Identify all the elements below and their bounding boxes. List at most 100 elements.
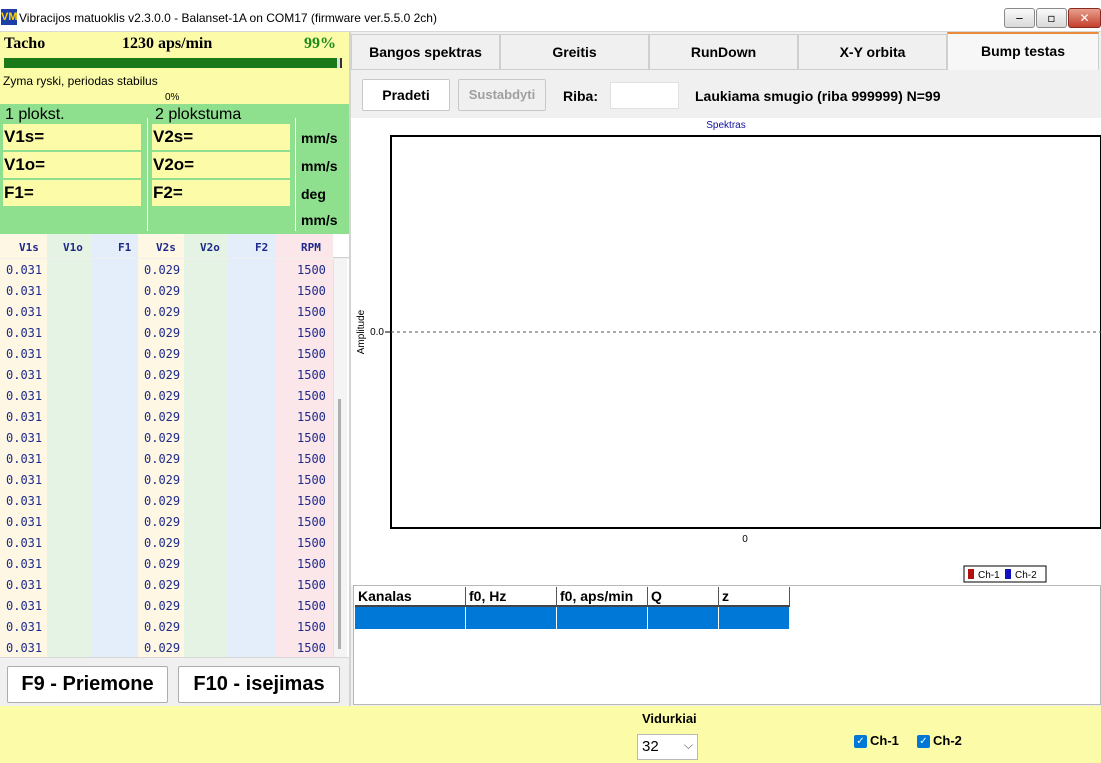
table-cell: 0.031 bbox=[6, 326, 43, 340]
minimize-icon: ‒ bbox=[1015, 11, 1024, 25]
table-cell: 1500 bbox=[297, 473, 326, 487]
window-title: Vibracijos matuoklis v2.3.0.0 - Balanset… bbox=[19, 11, 437, 25]
table-cell: 1500 bbox=[297, 368, 326, 382]
table-cell: 0.031 bbox=[6, 431, 43, 445]
tab-greitis[interactable]: Greitis bbox=[500, 34, 649, 70]
unit-label: mm/s bbox=[301, 212, 338, 228]
grid-header: f0, aps/min bbox=[557, 587, 648, 607]
chart-title: Spektras bbox=[706, 120, 745, 131]
table-cell: 1500 bbox=[297, 263, 326, 277]
column-header: V2o bbox=[200, 241, 220, 254]
tab-bar: Bangos spektras Greitis RunDown X-Y orbi… bbox=[351, 32, 1101, 71]
bottom-bar: Vidurkiai 32 ⌵ ✓ Ch-1 ✓ Ch-2 bbox=[0, 706, 1101, 763]
legend-swatch-ch1 bbox=[968, 569, 974, 579]
table-cell: 1500 bbox=[297, 284, 326, 298]
table-cell: 0.031 bbox=[6, 410, 43, 424]
table-cell: 0.031 bbox=[6, 494, 43, 508]
riba-input[interactable] bbox=[610, 82, 679, 109]
planes-panel: 1 plokst. 2 plokstuma V1s= V1o= F1= V2s=… bbox=[0, 104, 349, 234]
column-header: V1s bbox=[19, 241, 39, 254]
f1-value: F1= bbox=[3, 180, 141, 206]
table-cell: 0.031 bbox=[6, 347, 43, 361]
table-cell: 1500 bbox=[297, 599, 326, 613]
table-cell: 0.029 bbox=[144, 515, 181, 529]
grid-cell[interactable] bbox=[355, 607, 466, 629]
table-cell: 0.029 bbox=[144, 599, 181, 613]
tab-bump-testas[interactable]: Bump testas bbox=[947, 32, 1099, 71]
table-cell: 0.029 bbox=[144, 263, 181, 277]
tab-rundown[interactable]: RunDown bbox=[649, 34, 798, 70]
y-axis-label: Amplitude bbox=[356, 309, 367, 354]
bump-status: Laukiama smugio (riba 999999) N=99 bbox=[695, 88, 941, 104]
close-button[interactable]: ✕ bbox=[1068, 8, 1101, 28]
tacho-label: Tacho bbox=[4, 35, 46, 52]
results-grid[interactable]: Kanalas f0, Hz f0, aps/min Q z bbox=[353, 585, 1101, 705]
table-cell: 1500 bbox=[297, 515, 326, 529]
scrollbar-thumb[interactable] bbox=[338, 399, 341, 649]
tab-xy-orbita[interactable]: X-Y orbita bbox=[798, 34, 947, 70]
column-header: RPM bbox=[301, 241, 321, 254]
tacho-status: Zyma ryski, periodas stabilus bbox=[3, 74, 158, 88]
plane-divider bbox=[147, 118, 148, 231]
table-cell: 1500 bbox=[297, 536, 326, 550]
grid-cell[interactable] bbox=[648, 607, 719, 629]
table-cell: 0.031 bbox=[6, 599, 43, 613]
table-cell: 0.029 bbox=[144, 473, 181, 487]
legend-swatch-ch2 bbox=[1005, 569, 1011, 579]
minimize-button[interactable]: ‒ bbox=[1004, 8, 1035, 28]
averaging-select[interactable]: 32 ⌵ bbox=[637, 734, 698, 760]
ch1-label: Ch-1 bbox=[870, 733, 899, 748]
table-cell: 0.029 bbox=[144, 557, 181, 571]
ch2-checkbox[interactable]: ✓ bbox=[917, 735, 930, 748]
y-tick-label: 0.0 bbox=[370, 327, 384, 338]
start-button[interactable]: Pradeti bbox=[362, 79, 450, 111]
table-cell: 0.031 bbox=[6, 641, 43, 655]
table-cell: 0.029 bbox=[144, 305, 181, 319]
tacho-panel: Tacho 1230 aps/min 99% Zyma ryski, perio… bbox=[0, 32, 349, 104]
table-cell: 0.031 bbox=[6, 284, 43, 298]
tab-bangos-spektras[interactable]: Bangos spektras bbox=[351, 34, 500, 70]
data-table[interactable]: 0.031 0.029 1500 0.031 0.029 1500 0.031 0.029 15… bbox=[0, 259, 349, 657]
stop-button[interactable]: Sustabdyti bbox=[458, 79, 546, 111]
grid-cell[interactable] bbox=[466, 607, 557, 629]
table-cell: 0.031 bbox=[6, 305, 43, 319]
table-cell: 0.029 bbox=[144, 347, 181, 361]
table-cell: 1500 bbox=[297, 326, 326, 340]
riba-label: Riba: bbox=[563, 88, 598, 104]
table-cell: 0.031 bbox=[6, 578, 43, 592]
tacho-percent: 99% bbox=[304, 35, 336, 52]
table-scrollbar[interactable] bbox=[333, 259, 347, 657]
x-tick-label: 0 bbox=[742, 534, 748, 545]
table-cell: 0.029 bbox=[144, 641, 181, 655]
table-cell: 1500 bbox=[297, 557, 326, 571]
v2o-value: V2o= bbox=[152, 152, 290, 178]
table-cell: 0.029 bbox=[144, 431, 181, 445]
maximize-icon: ▫ bbox=[1047, 11, 1056, 25]
grid-cell[interactable] bbox=[557, 607, 648, 629]
column-header: V1o bbox=[63, 241, 83, 254]
unit-label: mm/s bbox=[301, 158, 338, 174]
table-cell: 1500 bbox=[297, 578, 326, 592]
spectrum-chart: Spektras 0.0 0 Amplitude Ch-1 Ch-2 bbox=[351, 118, 1101, 585]
tacho-value: 1230 aps/min bbox=[122, 35, 213, 52]
table-header: V1s V1o F1 V2s V2o F2 RPM bbox=[0, 234, 349, 258]
plane-divider bbox=[295, 118, 296, 231]
tacho-progress-bar bbox=[4, 58, 342, 68]
table-cell: 1500 bbox=[297, 620, 326, 634]
chevron-down-icon: ⌵ bbox=[683, 738, 693, 752]
title-bar: VM Vibracijos matuoklis v2.3.0.0 - Balan… bbox=[0, 0, 1101, 32]
table-cell: 1500 bbox=[297, 347, 326, 361]
table-cell: 0.029 bbox=[144, 578, 181, 592]
table-cell: 0.031 bbox=[6, 452, 43, 466]
f10-button[interactable]: F10 - isejimas bbox=[178, 666, 340, 703]
maximize-button[interactable]: ▫ bbox=[1036, 8, 1067, 28]
table-cell: 0.031 bbox=[6, 557, 43, 571]
chart-legend: Ch-1 Ch-2 bbox=[963, 565, 1047, 583]
ch2-label: Ch-2 bbox=[933, 733, 962, 748]
ch1-checkbox[interactable]: ✓ bbox=[854, 735, 867, 748]
f9-button[interactable]: F9 - Priemone bbox=[7, 666, 168, 703]
table-cell: 1500 bbox=[297, 305, 326, 319]
table-cell: 0.029 bbox=[144, 284, 181, 298]
grid-header: Kanalas bbox=[355, 587, 466, 607]
grid-cell[interactable] bbox=[719, 607, 790, 629]
